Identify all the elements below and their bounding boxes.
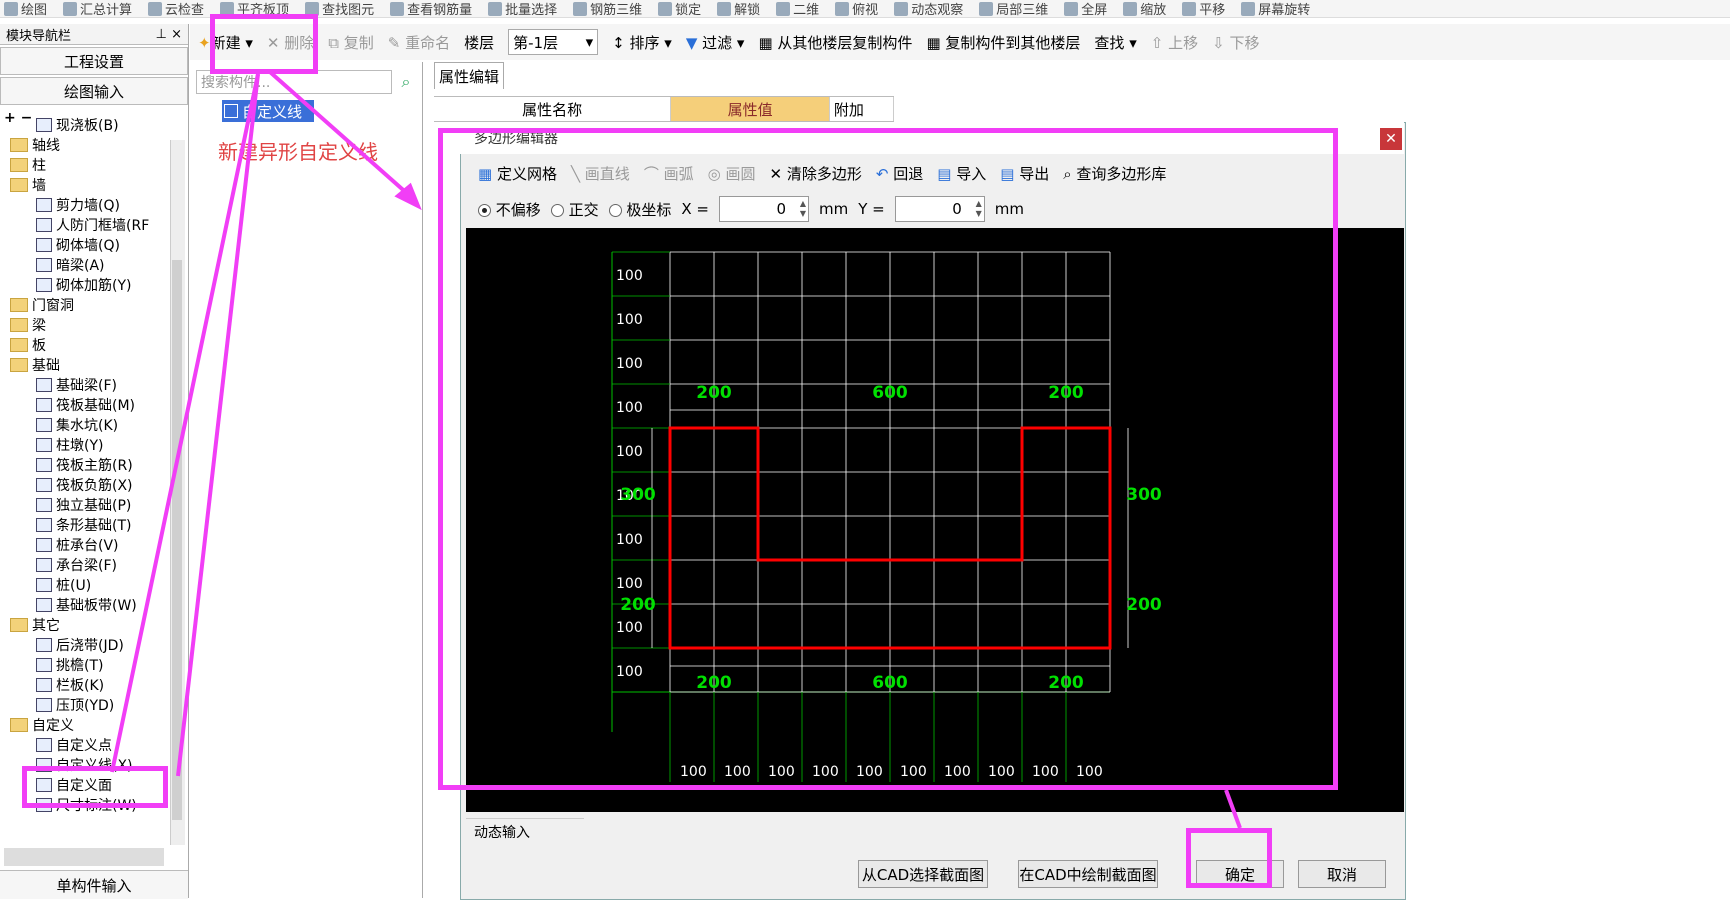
arrow-to-tree [110,73,260,773]
annotation-arrows [110,70,1242,829]
arrow-to-dialog [268,70,412,198]
arrow-to-custom-line [176,73,260,777]
arrow-to-ok [1224,789,1242,829]
